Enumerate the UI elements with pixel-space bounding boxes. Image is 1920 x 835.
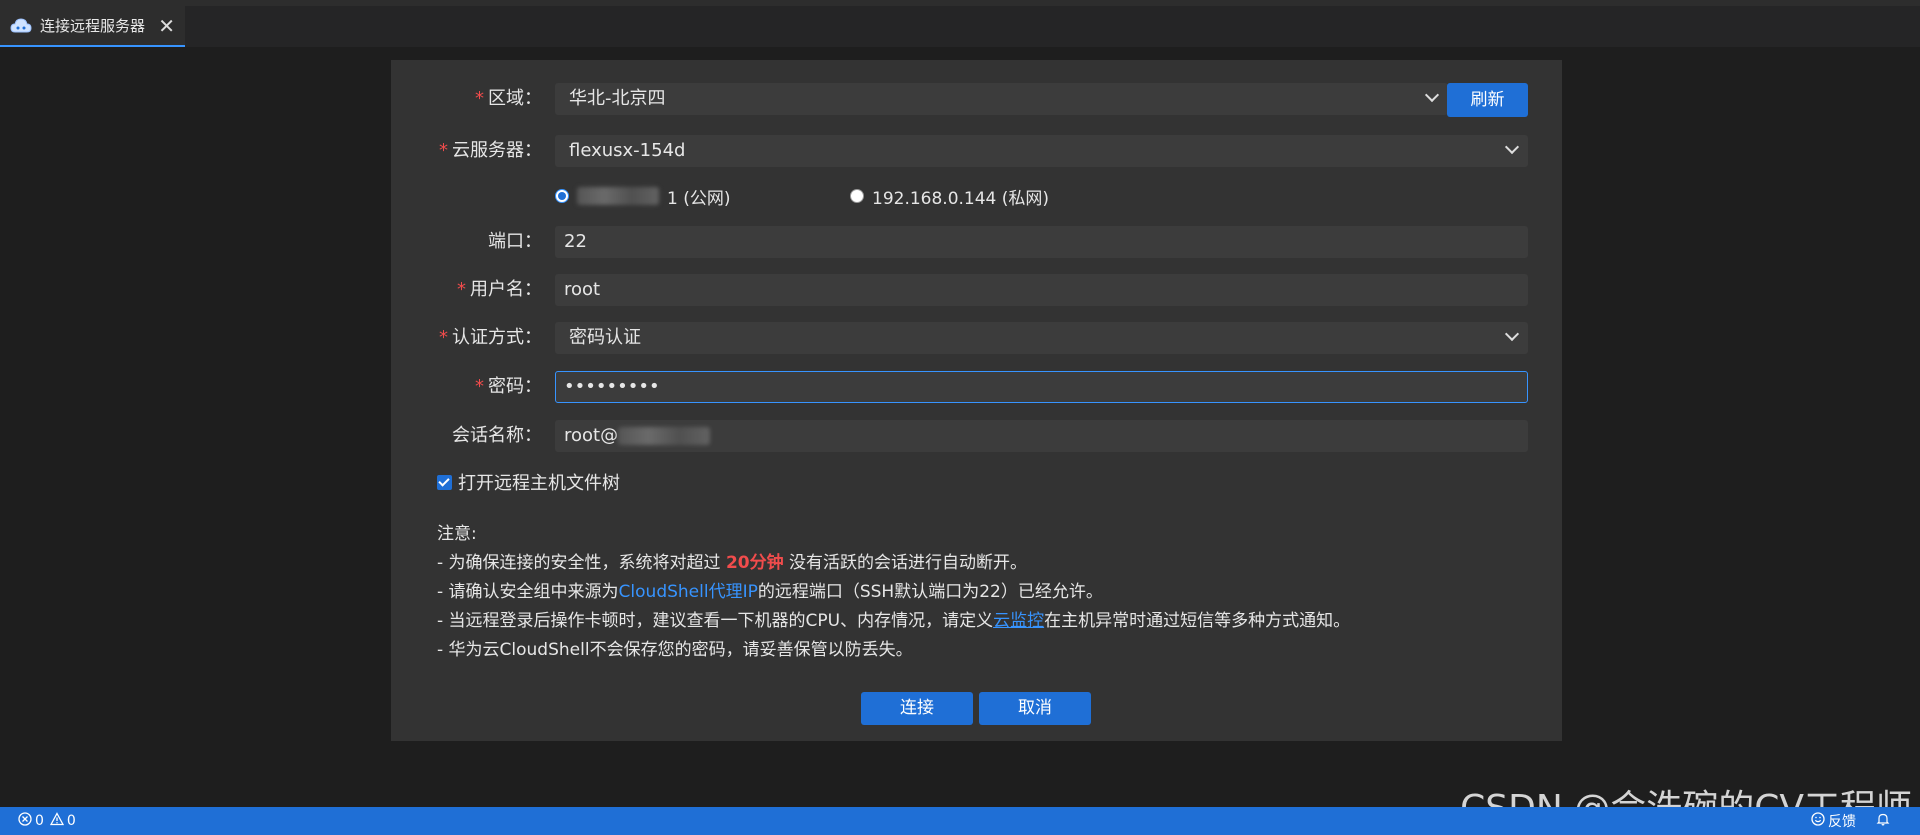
region-select[interactable]: 华北-北京四	[555, 83, 1448, 115]
feedback-button[interactable]: 反馈	[1811, 811, 1856, 831]
close-icon[interactable]: ✕	[158, 16, 185, 36]
refresh-button[interactable]: 刷新	[1447, 83, 1528, 117]
notice-section: 注意: - 为确保连接的安全性，系统将对超过 20分钟 没有活跃的会话进行自动断…	[437, 520, 1517, 665]
username-row: * 用户名： root	[391, 274, 1562, 306]
cancel-button[interactable]: 取消	[979, 692, 1091, 725]
smiley-icon	[1811, 812, 1825, 830]
chevron-down-icon	[1424, 87, 1440, 103]
tab-connect-remote[interactable]: 连接远程服务器 ✕	[0, 6, 185, 47]
session-label: 会话名称：	[452, 425, 542, 446]
cloudshell-proxy-ip-link[interactable]: CloudShell代理IP	[619, 582, 758, 602]
notice-line-2: - 请确认安全组中来源为CloudShell代理IP的远程端口（SSH默认端口为…	[437, 582, 1103, 602]
tab-bar: 连接远程服务器 ✕	[0, 0, 1920, 47]
ip-radio-group: 1 (公网) 192.168.0.144 (私网)	[555, 183, 1455, 209]
username-label: * 用户名：	[457, 279, 542, 300]
region-label: * 区域：	[475, 88, 542, 109]
server-select[interactable]: flexusx-154d	[555, 135, 1528, 167]
warning-count[interactable]: 0	[49, 812, 76, 830]
auth-label: * 认证方式：	[439, 327, 542, 348]
cloud-monitor-link[interactable]: 云监控	[993, 611, 1044, 631]
notice-line-3: - 当远程登录后操作卡顿时，建议查看一下机器的CPU、内存情况，请定义云监控在主…	[437, 611, 1351, 631]
redacted-ip	[577, 187, 659, 205]
private-ip-option[interactable]: 192.168.0.144 (私网)	[850, 183, 1049, 209]
session-row: 会话名称： root@	[391, 420, 1562, 452]
notice-line-4: - 华为云CloudShell不会保存您的密码，请妥善保管以防丢失。	[437, 640, 913, 660]
connect-form-panel: * 区域： 华北-北京四 刷新 * 云服务器： flexusx-154d 1 (公网…	[391, 60, 1562, 741]
server-label: * 云服务器：	[439, 140, 542, 161]
warning-icon	[49, 812, 65, 830]
status-right: 反馈	[1811, 807, 1890, 835]
chevron-down-icon	[1504, 326, 1520, 342]
cloud-icon	[10, 17, 32, 35]
port-label: 端口：	[488, 231, 542, 252]
auth-row: * 认证方式： 密码认证	[391, 322, 1562, 354]
error-count[interactable]: 0	[18, 812, 44, 830]
error-icon	[18, 812, 32, 830]
redacted-ip	[618, 427, 711, 445]
private-ip-label: 192.168.0.144 (私网)	[872, 188, 1050, 209]
public-ip-option[interactable]: 1 (公网)	[555, 183, 730, 209]
password-row: * 密码： •••••••••	[391, 371, 1562, 403]
region-row: * 区域： 华北-北京四 刷新	[391, 83, 1562, 117]
filetree-option[interactable]: 打开远程主机文件树	[437, 469, 620, 495]
port-input[interactable]: 22	[555, 226, 1528, 258]
password-input[interactable]: •••••••••	[555, 371, 1528, 403]
public-ip-radio[interactable]	[555, 189, 569, 203]
auth-select[interactable]: 密码认证	[555, 322, 1528, 354]
password-label: * 密码：	[475, 376, 542, 397]
connect-button[interactable]: 连接	[861, 692, 973, 725]
chevron-down-icon	[1504, 139, 1520, 155]
filetree-checkbox[interactable]	[437, 474, 452, 490]
status-bar: 0 0 反馈	[0, 807, 1920, 835]
server-row: * 云服务器： flexusx-154d	[391, 135, 1562, 167]
username-input[interactable]: root	[555, 274, 1528, 306]
port-row: 端口： 22	[391, 226, 1562, 258]
filetree-label: 打开远程主机文件树	[458, 473, 620, 494]
public-ip-label: 1 (公网)	[667, 188, 731, 209]
session-input[interactable]: root@	[555, 420, 1528, 452]
private-ip-radio[interactable]	[850, 189, 864, 203]
notice-line-1: - 为确保连接的安全性，系统将对超过 20分钟 没有活跃的会话进行自动断开。	[437, 553, 1028, 573]
notice-title: 注意:	[437, 524, 477, 544]
tab-label: 连接远程服务器	[40, 17, 146, 35]
bell-icon[interactable]	[1876, 812, 1890, 830]
dialog-actions: 连接 取消	[861, 692, 1091, 725]
